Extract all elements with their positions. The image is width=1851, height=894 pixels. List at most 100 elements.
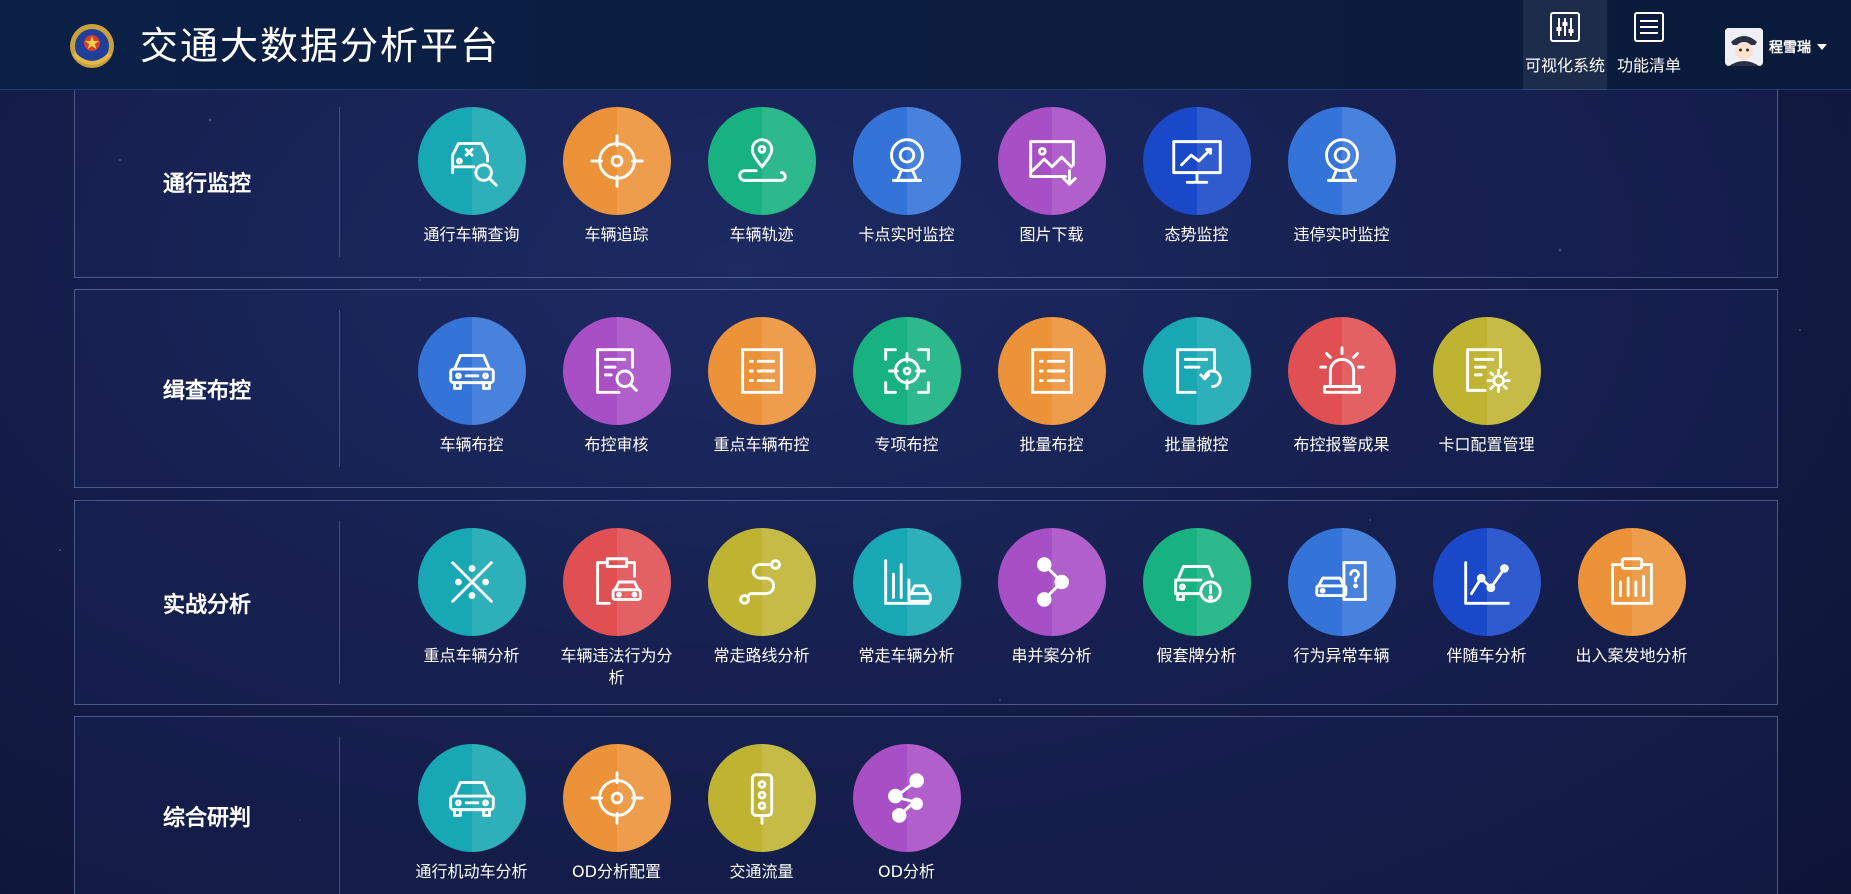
tile-label: 常走车辆分析	[858, 646, 955, 665]
tile-label: 车辆追踪	[584, 225, 649, 244]
sliders-icon	[1550, 12, 1580, 42]
tile-label: 车辆轨迹	[729, 225, 794, 244]
clipboard-bars-icon	[1577, 528, 1686, 636]
tile-label: OD分析配置	[572, 862, 661, 881]
tile-label: 重点车辆布控	[713, 435, 810, 454]
divider	[339, 310, 340, 467]
document-undo-icon	[1142, 317, 1251, 425]
tile-violation-analysis[interactable]: 车辆违法行为分析	[544, 528, 689, 689]
car-front-icon	[417, 744, 526, 852]
tile-vehicle-control[interactable]: 车辆布控	[399, 317, 544, 456]
crosshair-icon	[562, 744, 671, 852]
cross-dots-icon	[417, 528, 526, 636]
section-title: 综合研判	[162, 806, 251, 831]
tile-illegal-parking-monitor[interactable]: 违停实时监控	[1269, 107, 1414, 246]
tile-label: 违停实时监控	[1293, 225, 1390, 244]
section-title: 实战分析	[162, 592, 251, 618]
tile-special-control[interactable]: 专项布控	[834, 317, 979, 456]
tile-fake-plate-analysis[interactable]: 假套牌分析	[1124, 528, 1269, 689]
tile-label: 出入案发地分析	[1575, 646, 1688, 665]
tile-label: 常走路线分析	[713, 646, 810, 665]
tile-label: 专项布控	[874, 435, 939, 454]
tile-batch-control[interactable]: 批量布控	[979, 317, 1124, 456]
tile-label: 布控审核	[584, 435, 649, 454]
function-list-label: 功能清单	[1616, 56, 1681, 75]
car-front-icon	[417, 317, 526, 425]
tile-label: 行为异常车辆	[1293, 646, 1390, 665]
section-inspection-control: 缉查布控 车辆布控 布控审核 重点车辆布控 专项布控 批量布控 批量撤控 布控报…	[74, 289, 1778, 488]
tile-checkpoint-monitor[interactable]: 卡点实时监控	[834, 107, 979, 246]
divider	[339, 521, 340, 684]
visualization-system-button[interactable]: 可视化系统	[1523, 0, 1607, 90]
tile-vehicle-trajectory[interactable]: 车辆轨迹	[689, 107, 834, 246]
traffic-light-icon	[707, 744, 816, 852]
route-path-icon	[707, 528, 816, 636]
section-title: 缉查布控	[162, 378, 251, 404]
function-list-button[interactable]: 功能清单	[1607, 0, 1691, 90]
chevron-down-icon	[1817, 44, 1827, 50]
tile-label: 批量撤控	[1164, 435, 1229, 454]
tile-label: 通行车辆查询	[423, 225, 520, 244]
tile-label: 车辆违法行为分析	[560, 646, 673, 687]
linked-nodes-icon	[997, 528, 1106, 636]
tile-image-download[interactable]: 图片下载	[979, 107, 1124, 246]
car-alert-icon	[1142, 528, 1251, 636]
tile-checkpoint-config[interactable]: 卡口配置管理	[1414, 317, 1559, 456]
tile-control-review[interactable]: 布控审核	[544, 317, 689, 456]
webcam-icon	[1287, 107, 1396, 215]
tile-label: 布控报警成果	[1293, 435, 1390, 454]
tile-label: 卡口配置管理	[1438, 435, 1535, 454]
alarm-light-icon	[1287, 317, 1396, 425]
tile-crime-scene-analysis[interactable]: 出入案发地分析	[1559, 528, 1704, 689]
tile-label: 交通流量	[729, 862, 794, 881]
divider	[339, 737, 340, 894]
linked-nodes-icon	[852, 744, 961, 852]
tile-control-alarm-results[interactable]: 布控报警成果	[1269, 317, 1414, 456]
top-header: 交通大数据分析平台 可视化系统 功能清单 程雪瑞	[0, 0, 1851, 90]
target-square-icon	[852, 317, 961, 425]
avatar	[1725, 28, 1763, 66]
user-name: 程雪瑞	[1769, 40, 1811, 56]
tile-traffic-flow[interactable]: 交通流量	[689, 744, 834, 883]
tile-situation-monitor[interactable]: 态势监控	[1124, 107, 1269, 246]
tile-accompanying-vehicle[interactable]: 伴随车分析	[1414, 528, 1559, 689]
tile-od-analysis[interactable]: OD分析	[834, 744, 979, 883]
image-download-icon	[997, 107, 1106, 215]
tile-frequent-vehicle[interactable]: 常走车辆分析	[834, 528, 979, 689]
tile-vehicle-query[interactable]: 通行车辆查询	[399, 107, 544, 246]
tile-key-vehicle-analysis[interactable]: 重点车辆分析	[399, 528, 544, 689]
tile-label: OD分析	[878, 862, 935, 881]
section-traffic-monitoring: 通行监控 通行车辆查询 车辆追踪 车辆轨迹 卡点实时监控 图片下载 态势监控 违…	[74, 86, 1778, 278]
tile-label: 卡点实时监控	[858, 225, 955, 244]
line-chart-icon	[1432, 528, 1541, 636]
monitor-chart-icon	[1142, 107, 1251, 215]
tile-label: 通行机动车分析	[415, 862, 528, 881]
tile-label: 假套牌分析	[1156, 646, 1237, 665]
tile-label: 串并案分析	[1011, 646, 1092, 665]
divider	[339, 107, 340, 257]
section-title: 通行监控	[162, 172, 251, 197]
section-combat-analysis: 实战分析 重点车辆分析 车辆违法行为分析 常走路线分析 常走车辆分析 串并案分析…	[74, 500, 1778, 705]
app-title: 交通大数据分析平台	[140, 24, 501, 68]
tile-batch-cancel[interactable]: 批量撤控	[1124, 317, 1269, 456]
tile-label: 伴随车分析	[1446, 646, 1527, 665]
tile-label: 批量布控	[1019, 435, 1084, 454]
tile-label: 图片下载	[1019, 225, 1084, 244]
tile-motor-vehicle-analysis[interactable]: 通行机动车分析	[399, 744, 544, 883]
police-emblem-logo	[64, 16, 120, 72]
user-menu[interactable]: 程雪瑞	[1725, 28, 1827, 66]
document-gear-icon	[1432, 317, 1541, 425]
tile-serial-case-analysis[interactable]: 串并案分析	[979, 528, 1124, 689]
map-pin-route-icon	[707, 107, 816, 215]
document-search-icon	[562, 317, 671, 425]
webcam-icon	[852, 107, 961, 215]
clipboard-car-icon	[562, 528, 671, 636]
tile-od-config[interactable]: OD分析配置	[544, 744, 689, 883]
tile-key-vehicle-control[interactable]: 重点车辆布控	[689, 317, 834, 456]
tile-frequent-route[interactable]: 常走路线分析	[689, 528, 834, 689]
car-search-icon	[417, 107, 526, 215]
tile-vehicle-tracking[interactable]: 车辆追踪	[544, 107, 689, 246]
tile-abnormal-vehicle[interactable]: 行为异常车辆	[1269, 528, 1414, 689]
tile-label: 车辆布控	[439, 435, 504, 454]
tile-label: 重点车辆分析	[423, 646, 520, 665]
